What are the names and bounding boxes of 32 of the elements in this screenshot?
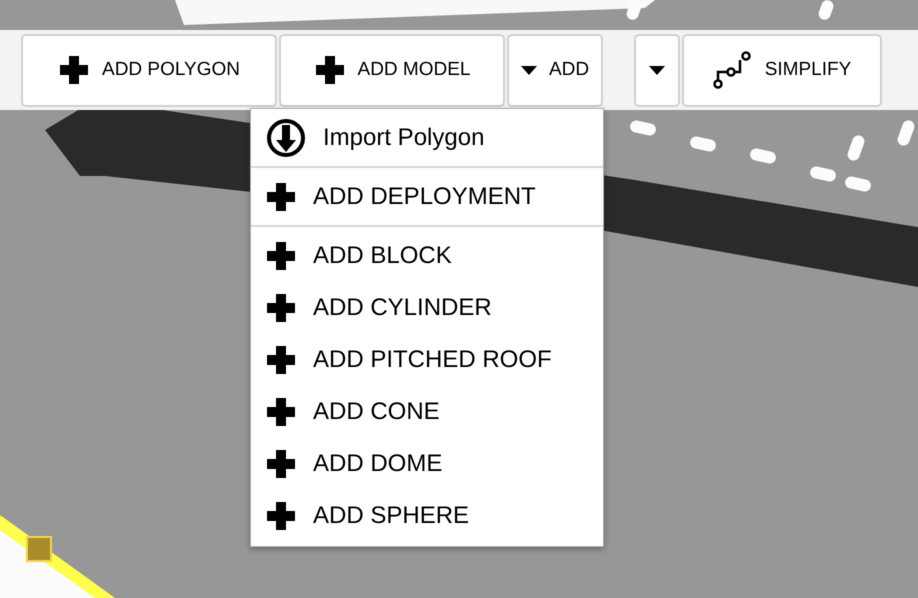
plus-icon <box>265 240 297 272</box>
dropdown-button[interactable] <box>634 34 680 106</box>
caret-icon <box>520 66 537 74</box>
menu-item[interactable]: ADD PITCHED ROOF <box>251 334 603 386</box>
toolbar-button[interactable]: ADD <box>507 34 603 106</box>
lane-dash <box>629 119 657 137</box>
plus-icon <box>314 54 346 86</box>
menu-item[interactable]: ADD BLOCK <box>251 230 603 282</box>
toolbar-button[interactable]: ADD MODEL <box>279 34 505 106</box>
download-icon <box>265 116 307 158</box>
plus-icon <box>265 396 297 428</box>
menu-item[interactable]: Import Polygon <box>251 109 603 166</box>
lane-dash <box>844 175 872 193</box>
toolbar-button[interactable]: SIMPLIFY <box>682 34 882 106</box>
menu-item[interactable]: ADD DEPLOYMENT <box>251 168 603 225</box>
plus-icon <box>265 292 297 324</box>
vertex-handle[interactable] <box>26 536 52 562</box>
plus-icon <box>265 344 297 376</box>
lane-dash <box>689 135 717 153</box>
lane-dash <box>809 165 837 183</box>
caret-icon <box>649 66 665 74</box>
lane-dash <box>749 147 777 165</box>
plus-icon <box>265 448 297 480</box>
menu-item[interactable]: ADD SPHERE <box>251 490 603 542</box>
plus-icon <box>265 500 297 532</box>
menu-item[interactable]: ADD DOME <box>251 438 603 490</box>
polyline-icon <box>712 50 753 90</box>
menu-item[interactable]: ADD CONE <box>251 386 603 438</box>
plus-icon <box>58 54 90 86</box>
toolbar-button[interactable]: ADD POLYGON <box>21 34 277 106</box>
plus-icon <box>265 180 297 212</box>
menu-item[interactable]: ADD CYLINDER <box>251 282 603 334</box>
